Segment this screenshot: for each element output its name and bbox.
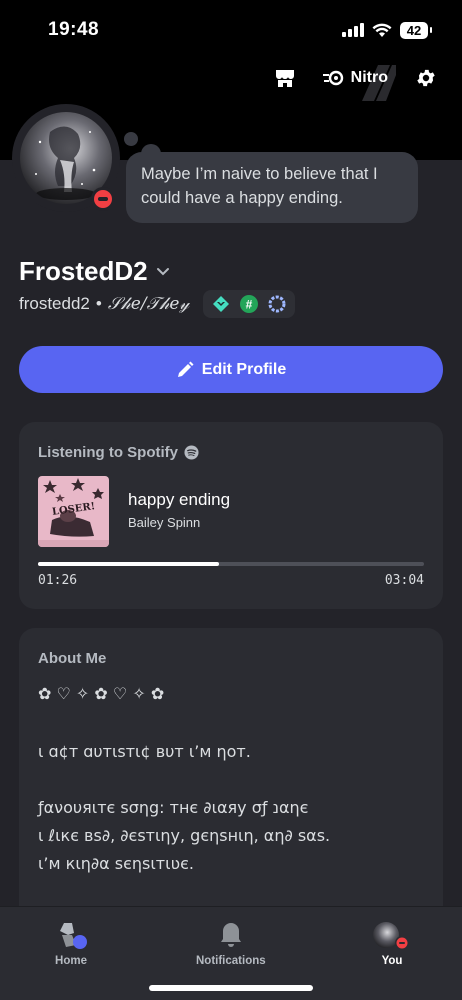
pronouns: 𝒮𝒽𝑒/𝒯𝒽𝑒𝓎 <box>107 294 190 314</box>
battery-indicator: 42 <box>400 21 428 39</box>
svg-text:#: # <box>246 298 253 312</box>
profile-top-actions: Nitro <box>271 64 440 101</box>
about-line-1: ɩ ɑ¢т ɑυтɩѕтɩ¢ вυт ɩ’м ηοт. <box>38 742 251 761</box>
track-elapsed: 01:26 <box>38 573 78 588</box>
spotify-activity-card[interactable]: Listening to Spotify LOSER! happy ending… <box>19 422 443 609</box>
spotify-icon <box>184 445 199 460</box>
status-bar: 19:48 42 <box>0 0 462 60</box>
hashtag-icon: # <box>240 295 259 313</box>
spotify-card-title: Listening to Spotify <box>38 444 178 461</box>
bell-icon <box>220 923 241 947</box>
tab-notifications[interactable]: Notifications <box>196 919 266 967</box>
edit-profile-label: Edit Profile <box>201 360 287 378</box>
handle-separator: • <box>95 294 102 313</box>
about-me-title: About Me <box>38 650 107 667</box>
track-progress-fill <box>38 562 220 566</box>
tab-you-label: You <box>381 955 403 967</box>
about-me-card: About Me ✿ ♡ ✧ ✿ ♡ ✧ ✿ ɩ ɑ¢т ɑυтɩѕтɩ¢ вυ… <box>19 628 443 928</box>
username: frostedd2 <box>19 294 90 313</box>
track-progress-bar <box>38 562 424 566</box>
spotify-card-header: Listening to Spotify <box>38 444 199 461</box>
thought-bubble-dot-small <box>124 132 138 146</box>
about-line-4: ι’м кιη∂α ѕєηѕιтιʋє. <box>38 854 194 873</box>
nitro-badge[interactable] <box>267 294 287 314</box>
edit-profile-button[interactable]: Edit Profile <box>19 346 443 393</box>
track-duration: 03:04 <box>384 573 424 588</box>
tab-home-label: Home <box>55 955 87 967</box>
status-time: 19:48 <box>48 19 100 40</box>
status-icons: 42 <box>342 21 432 39</box>
chevron-down-icon <box>156 267 169 275</box>
you-avatar-icon <box>373 922 409 950</box>
about-line-3: ι ℓιкє вѕ∂, ∂єѕтιηу, gєηѕнιη, αη∂ ѕαѕ. <box>38 826 331 845</box>
pencil-icon <box>177 361 194 377</box>
album-art-image: LOSER! <box>38 476 109 547</box>
hypesquad-icon <box>213 296 230 312</box>
tab-you[interactable]: You <box>370 919 414 967</box>
shop-button[interactable] <box>271 64 299 92</box>
wifi-icon <box>372 23 392 37</box>
tab-notifications-label: Notifications <box>196 955 266 967</box>
about-line-2: ƒανουяιтє ѕσηg: тнє ∂ιαяу σƒ נαηє <box>38 798 309 817</box>
track-title[interactable]: happy ending <box>128 490 230 510</box>
hashtag-badge[interactable]: # <box>239 294 259 314</box>
display-name-row[interactable]: FrostedD2 <box>19 256 170 287</box>
cellular-signal-icon <box>342 23 364 37</box>
settings-button[interactable] <box>412 64 440 92</box>
track-artist[interactable]: Bailey Spinn <box>128 515 200 530</box>
tab-home[interactable]: Home <box>50 919 92 967</box>
album-art[interactable]: LOSER! <box>38 476 109 547</box>
nitro-button[interactable]: Nitro <box>317 65 396 101</box>
badge-list: # <box>203 290 296 318</box>
custom-status-bubble[interactable]: Maybe I’m naive to believe that I could … <box>126 152 418 223</box>
battery-tip <box>430 27 432 33</box>
display-name: FrostedD2 <box>19 256 148 286</box>
nitro-icon <box>322 70 343 86</box>
home-indicator <box>149 985 313 991</box>
badge-ring-icon <box>268 295 286 313</box>
dnd-icon <box>94 190 112 208</box>
hypesquad-badge[interactable] <box>211 294 231 314</box>
handle-row: frostedd2 • 𝒮𝒽𝑒/𝒯𝒽𝑒𝓎 # <box>19 290 296 318</box>
gear-icon <box>417 69 435 87</box>
custom-status-text: Maybe I’m naive to believe that I could … <box>141 165 378 207</box>
dnd-status-indicator <box>91 187 115 211</box>
nitro-label: Nitro <box>350 69 388 86</box>
about-line-decoration: ✿ ♡ ✧ ✿ ♡ ✧ ✿ <box>38 684 165 703</box>
home-servers-icon <box>60 923 87 949</box>
shop-icon <box>275 70 294 87</box>
